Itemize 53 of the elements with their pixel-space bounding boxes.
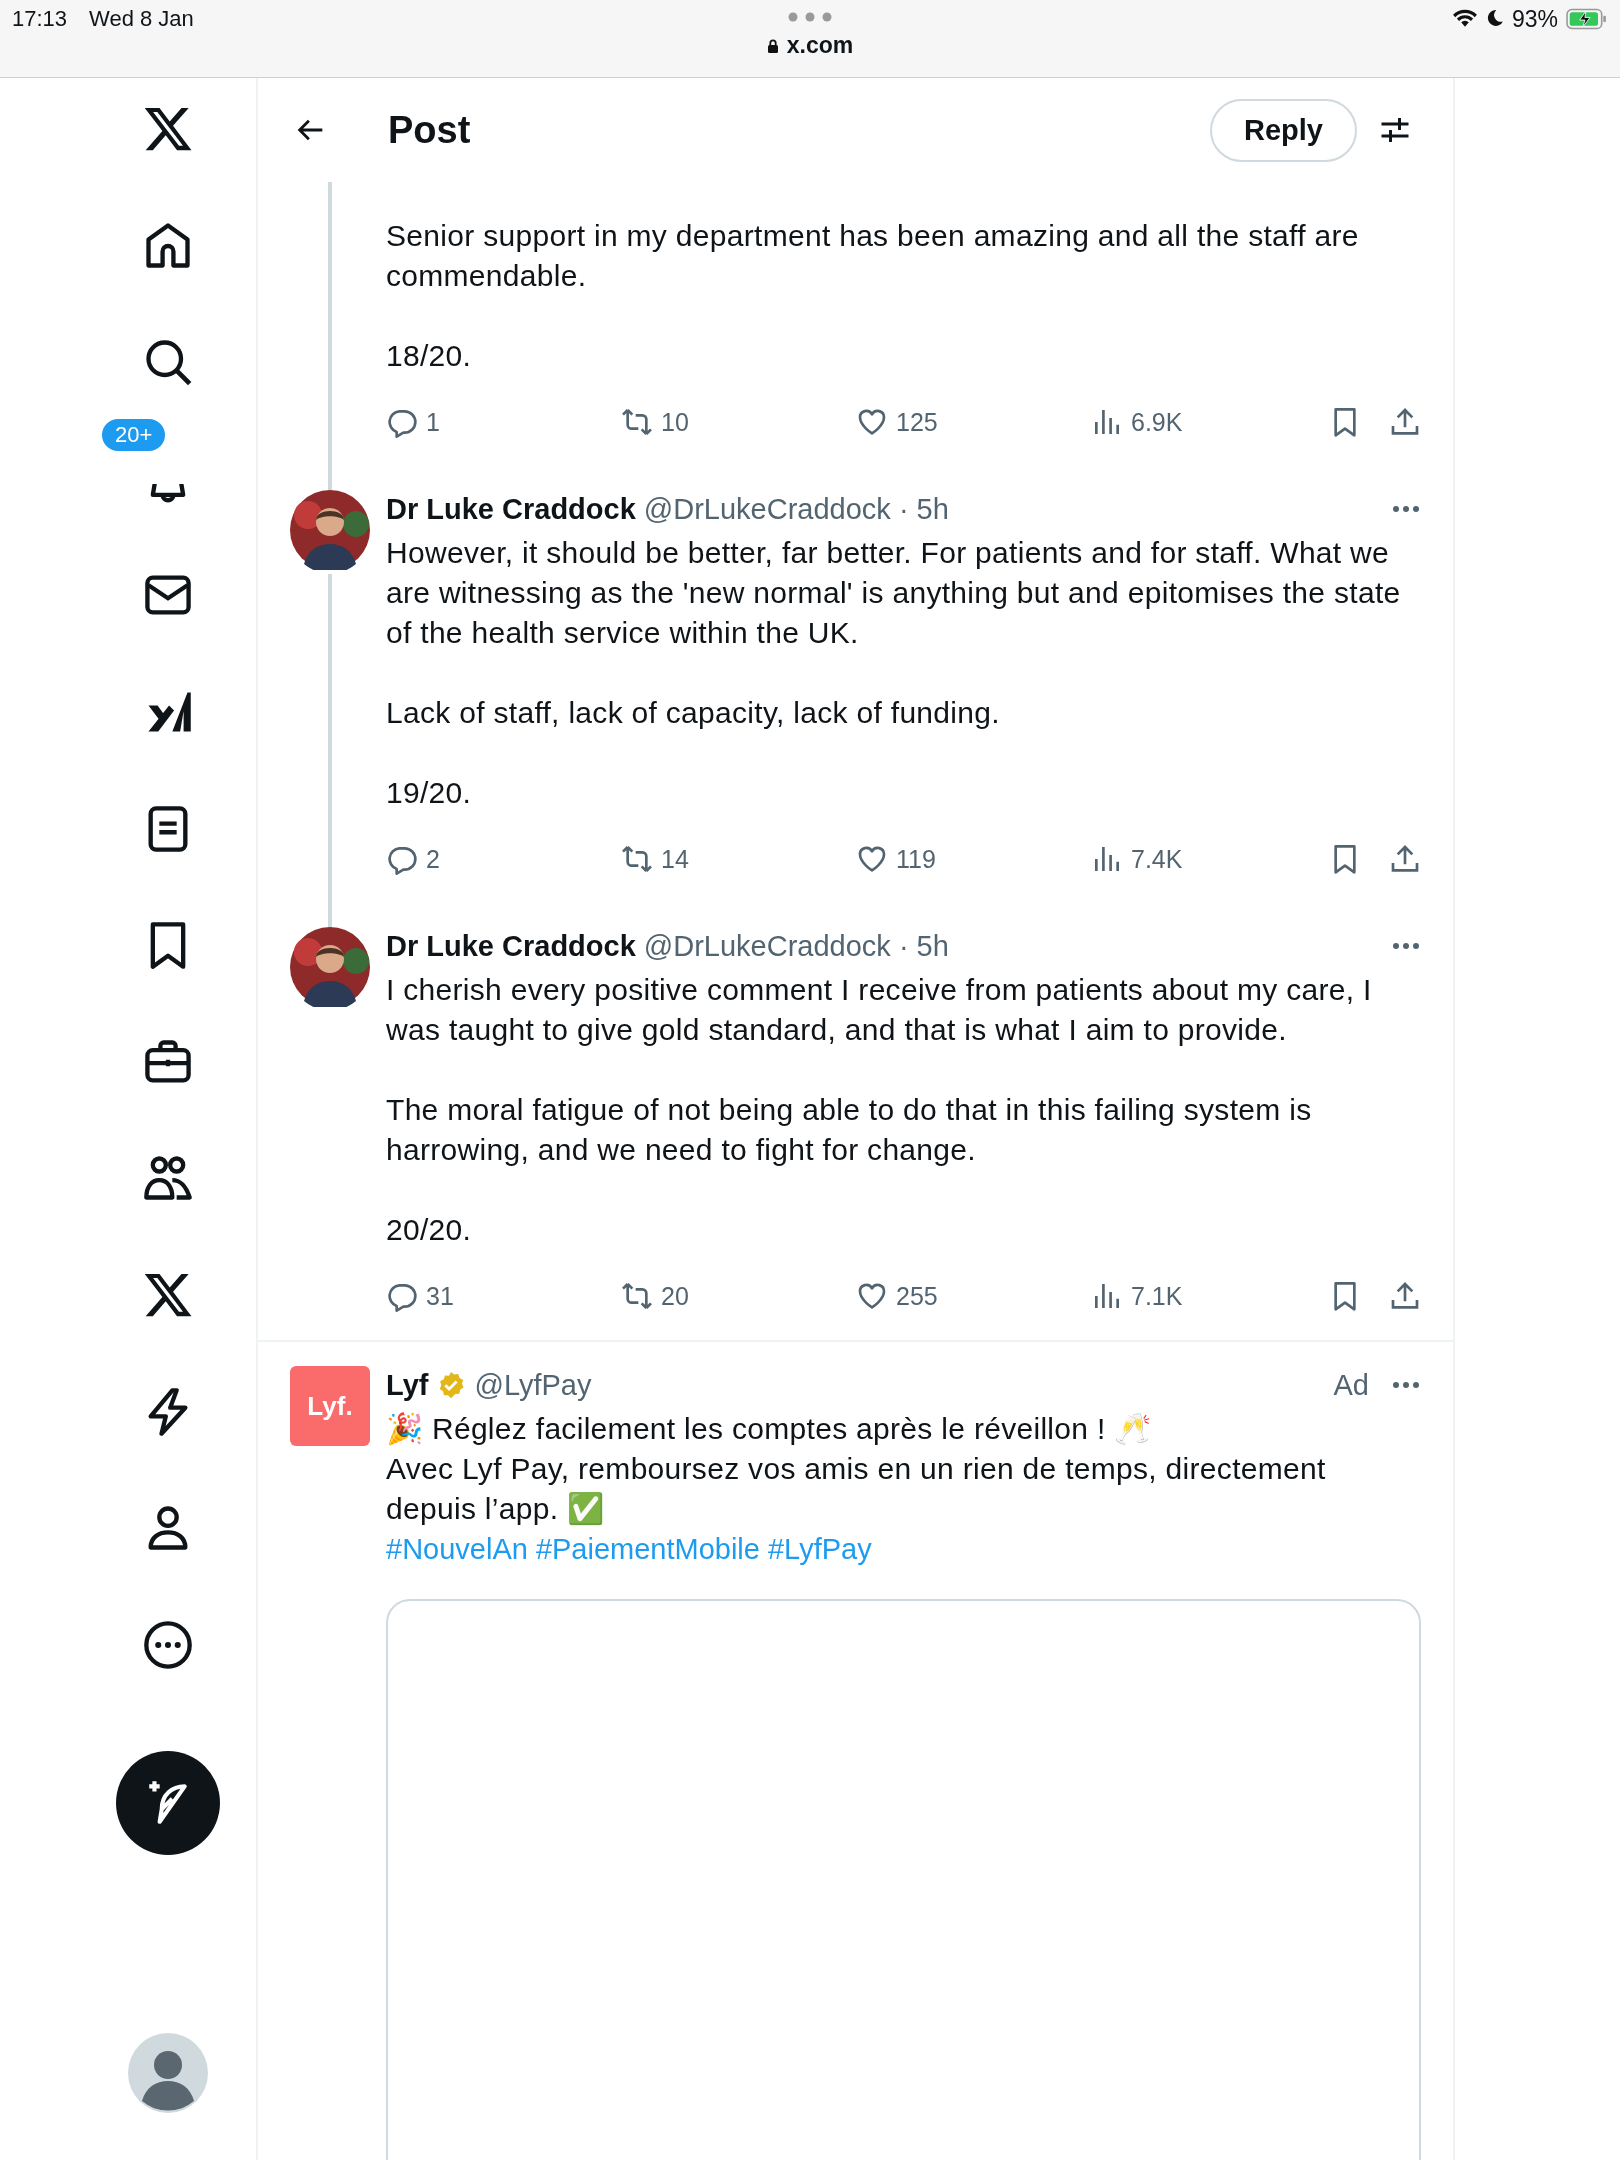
- reply-count: 1: [426, 407, 440, 437]
- post-text: 18/20.: [386, 338, 473, 374]
- wifi-icon: [1451, 8, 1478, 28]
- view-count: 7.4K: [1131, 844, 1183, 874]
- repost-icon[interactable]: [621, 406, 653, 438]
- share-icon[interactable]: [1389, 1280, 1421, 1312]
- repost-count: 20: [661, 1281, 689, 1311]
- more-icon[interactable]: [1391, 941, 1421, 951]
- reply-button[interactable]: Reply: [1210, 98, 1357, 162]
- url-text[interactable]: x.com: [786, 32, 854, 59]
- more-icon[interactable]: [1391, 504, 1421, 514]
- author-name[interactable]: Dr Luke Craddock: [386, 492, 636, 526]
- page-title: Post: [388, 108, 472, 152]
- like-count: 125: [896, 407, 938, 437]
- repost-count: 10: [661, 407, 689, 437]
- repost-count: 14: [661, 844, 689, 874]
- author-handle[interactable]: @DrLukeCraddock · 5h: [643, 492, 1383, 526]
- post-text: Senior support in my department has been amazing and all the staff are commendable.: [386, 218, 1360, 294]
- reply-count: 2: [426, 844, 440, 874]
- author-handle[interactable]: @LyfPay: [474, 1368, 1326, 1402]
- clock-time: 17:13: [12, 6, 68, 33]
- more-dots-icon[interactable]: [788, 12, 832, 22]
- lock-icon: [766, 37, 779, 54]
- avatar[interactable]: [290, 490, 370, 570]
- share-icon[interactable]: [1389, 406, 1421, 438]
- avatar[interactable]: [290, 927, 370, 1007]
- like-count: 119: [896, 844, 936, 874]
- post-text: 19/20.: [386, 775, 473, 811]
- author-name[interactable]: Lyf: [386, 1368, 429, 1402]
- moon-icon: [1485, 9, 1504, 27]
- battery-percent: 93%: [1511, 6, 1558, 33]
- more-icon[interactable]: [142, 1618, 194, 1671]
- post-text: Lack of staff, lack of capacity, lack of funding.: [386, 695, 1001, 731]
- view-count: 7.1K: [1131, 1281, 1183, 1311]
- notification-count: 20+: [100, 416, 168, 453]
- repost-icon[interactable]: [621, 843, 653, 875]
- author-name[interactable]: Dr Luke Craddock: [386, 929, 636, 963]
- reply-count: 31: [426, 1281, 454, 1311]
- profile-avatar-icon[interactable]: [128, 2033, 208, 2114]
- more-icon[interactable]: [1391, 1380, 1421, 1390]
- author-handle[interactable]: @DrLukeCraddock · 5h: [643, 929, 1383, 963]
- like-count: 255: [896, 1281, 938, 1311]
- view-count: 6.9K: [1131, 407, 1183, 437]
- share-icon[interactable]: [1389, 843, 1421, 875]
- post-text: 20/20.: [386, 1212, 473, 1248]
- ad-label: Ad: [1333, 1368, 1369, 1402]
- repost-icon[interactable]: [621, 1280, 653, 1312]
- post-text: However, it should be better, far better. For patients and for staff. What we are witnessing as the 'new normal' is anything but and epitomises the state of the health service within the UK.: [386, 535, 1402, 651]
- ad-text: 🎉 Réglez facilement les comptes après le réveillon ! 🥂: [386, 1411, 1153, 1448]
- date-text: Wed 8 Jan: [89, 6, 194, 33]
- post-text: The moral fatigue of not being able to do that in this failing system is harrowing, and we need to fight for change.: [386, 1092, 1313, 1168]
- ad-text: Avec Lyf Pay, remboursez vos amis en un rien de temps, directement depuis l’app. ✅: [386, 1451, 1327, 1527]
- post-text: I cherish every positive comment I receive from patients about my care, I was taught to give gold standard, and that is what I aim to provide.: [386, 972, 1373, 1048]
